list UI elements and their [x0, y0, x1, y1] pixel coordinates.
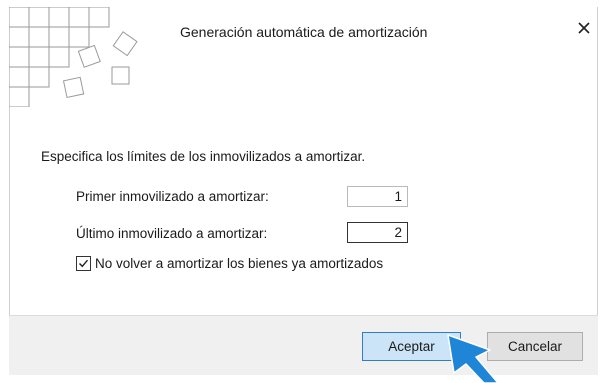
skip-amortized-label: No volver a amortizar los bienes ya amor…	[95, 256, 384, 271]
first-asset-input[interactable]	[347, 186, 408, 207]
app-logo-icon	[9, 7, 138, 107]
instruction-text: Especifica los límites de los inmoviliza…	[41, 149, 366, 164]
close-icon	[578, 22, 590, 34]
close-button[interactable]	[574, 18, 594, 38]
checkmark-icon	[79, 259, 89, 268]
mouse-pointer-icon	[447, 334, 499, 383]
first-asset-label: Primer inmovilizado a amortizar:	[76, 189, 269, 204]
last-asset-label: Último inmovilizado a amortizar:	[76, 226, 268, 241]
dialog-title: Generación automática de amortización	[180, 24, 428, 40]
skip-amortized-option[interactable]: No volver a amortizar los bienes ya amor…	[76, 256, 383, 271]
last-asset-input[interactable]	[347, 222, 408, 243]
skip-amortized-checkbox[interactable]	[76, 256, 91, 271]
